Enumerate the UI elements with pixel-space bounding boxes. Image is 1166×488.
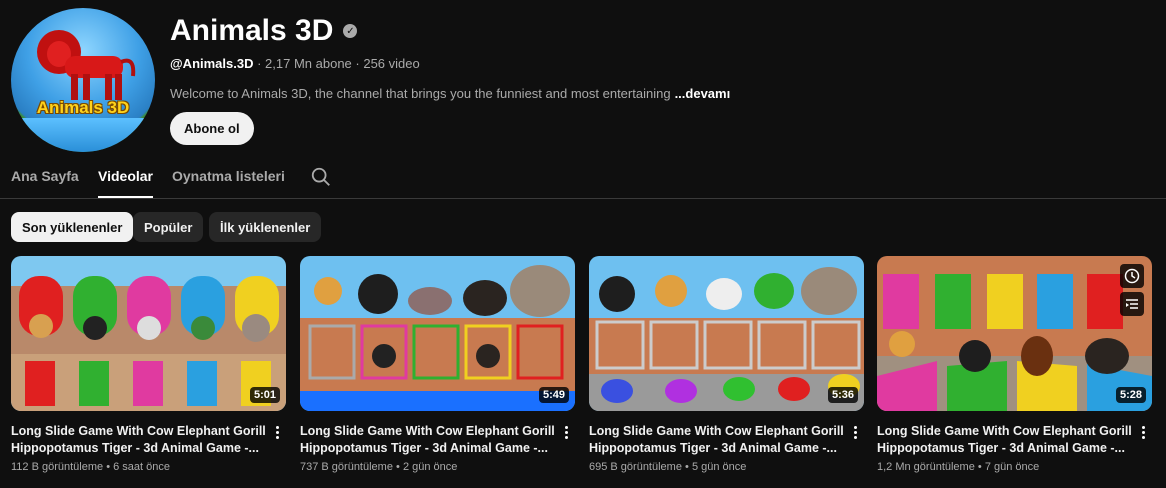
tab-playlists[interactable]: Oynatma listeleri: [172, 168, 285, 184]
video-age: 2 gün önce: [402, 461, 458, 473]
verified-icon: ✓: [343, 24, 358, 38]
video-card[interactable]: 5:28 Long Slide Game With Cow Elephant G…: [877, 256, 1152, 473]
video-views: 112 B görüntüleme: [11, 461, 104, 473]
video-title-line: Long Slide Game With Cow Elephant Gorill…: [11, 424, 266, 438]
description-text: Welcome to Animals 3D, the channel that …: [170, 86, 671, 101]
subscribe-button[interactable]: Abone ol: [170, 112, 254, 145]
channel-avatar[interactable]: Animals 3D: [11, 8, 155, 152]
video-thumbnail[interactable]: 5:28: [877, 256, 1152, 411]
video-title-line: Hippopotamus Tiger - 3d Animal Game -...: [877, 441, 1125, 455]
video-views: 695 B görüntüleme: [589, 461, 682, 473]
thumbnail-image: [589, 256, 864, 411]
video-age: 6 saat önce: [113, 461, 170, 473]
more-vert-icon[interactable]: [561, 424, 571, 442]
video-title-line: Long Slide Game With Cow Elephant Gorill…: [300, 424, 555, 438]
channel-header: Animals 3D Animals 3D ✓ @Animals.3D · 2,…: [0, 0, 1166, 160]
video-age: 7 gün önce: [984, 461, 1040, 473]
video-card[interactable]: 5:01 Long Slide Game With Cow Elephant G…: [11, 256, 286, 473]
video-card[interactable]: 5:49 Long Slide Game With Cow Elephant G…: [300, 256, 575, 473]
channel-title: Animals 3D ✓: [170, 14, 358, 48]
avatar-water: [11, 118, 155, 152]
chip-oldest[interactable]: İlk yüklenenler: [209, 212, 322, 242]
chip-latest[interactable]: Son yüklenenler: [11, 212, 134, 242]
search-icon[interactable]: [310, 166, 332, 188]
video-views: 1,2 Mn görüntüleme: [877, 461, 975, 473]
tab-videos[interactable]: Videolar: [98, 168, 153, 198]
video-duration: 5:36: [827, 387, 858, 403]
channel-stats: · 2,17 Mn abone · 256 video: [257, 56, 420, 71]
video-meta: 112 B görüntüleme • 6 saat önce: [11, 461, 286, 473]
channel-name: Animals 3D: [170, 14, 334, 47]
video-card[interactable]: 5:36 Long Slide Game With Cow Elephant G…: [589, 256, 864, 473]
thumbnail-image: [300, 256, 575, 411]
watch-later-icon[interactable]: [1120, 264, 1144, 288]
more-vert-icon[interactable]: [850, 424, 860, 442]
meta-separator: •: [106, 461, 111, 473]
video-duration: 5:01: [249, 387, 280, 403]
meta-separator: •: [977, 461, 982, 473]
video-title-line: Long Slide Game With Cow Elephant Gorill…: [877, 424, 1132, 438]
video-title-line: Hippopotamus Tiger - 3d Animal Game -...: [589, 441, 837, 455]
channel-meta: @Animals.3D · 2,17 Mn abone · 256 video: [170, 56, 420, 71]
video-title[interactable]: Long Slide Game With Cow Elephant Gorill…: [589, 423, 844, 457]
thumbnail-image: [877, 256, 1152, 411]
channel-handle: @Animals.3D: [170, 56, 254, 71]
lion-icon: [37, 30, 136, 100]
meta-separator: •: [685, 461, 689, 473]
video-thumbnail[interactable]: 5:49: [300, 256, 575, 411]
video-duration: 5:28: [1115, 387, 1146, 403]
chip-popular[interactable]: Popüler: [133, 212, 204, 242]
more-link[interactable]: ...devamı: [675, 86, 731, 101]
video-title-line: Hippopotamus Tiger - 3d Animal Game -...: [300, 441, 548, 455]
channel-description[interactable]: Welcome to Animals 3D, the channel that …: [170, 86, 730, 101]
video-title[interactable]: Long Slide Game With Cow Elephant Gorill…: [300, 423, 555, 457]
thumbnail-image: [11, 256, 286, 411]
video-title-line: Hippopotamus Tiger - 3d Animal Game -...: [11, 441, 259, 455]
tab-home[interactable]: Ana Sayfa: [11, 168, 79, 184]
video-views: 737 B görüntüleme: [300, 461, 393, 473]
video-title[interactable]: Long Slide Game With Cow Elephant Gorill…: [877, 423, 1132, 457]
video-duration: 5:49: [538, 387, 569, 403]
video-thumbnail[interactable]: 5:01: [11, 256, 286, 411]
channel-tabs: Ana Sayfa Videolar Oynatma listeleri: [0, 160, 1166, 199]
video-meta: 737 B görüntüleme • 2 gün önce: [300, 461, 575, 473]
thumbnail-hover-icons: [1120, 264, 1144, 320]
more-vert-icon[interactable]: [1138, 424, 1148, 442]
avatar-text: Animals 3D: [36, 98, 130, 117]
more-vert-icon[interactable]: [272, 424, 282, 442]
video-title-line: Long Slide Game With Cow Elephant Gorill…: [589, 424, 844, 438]
add-to-queue-icon[interactable]: [1120, 292, 1144, 316]
video-thumbnail[interactable]: 5:36: [589, 256, 864, 411]
video-meta: 1,2 Mn görüntüleme • 7 gün önce: [877, 461, 1152, 473]
video-title[interactable]: Long Slide Game With Cow Elephant Gorill…: [11, 423, 266, 457]
video-age: 5 gün önce: [691, 461, 747, 473]
video-meta: 695 B görüntüleme • 5 gün önce: [589, 461, 864, 473]
meta-separator: •: [396, 461, 400, 473]
